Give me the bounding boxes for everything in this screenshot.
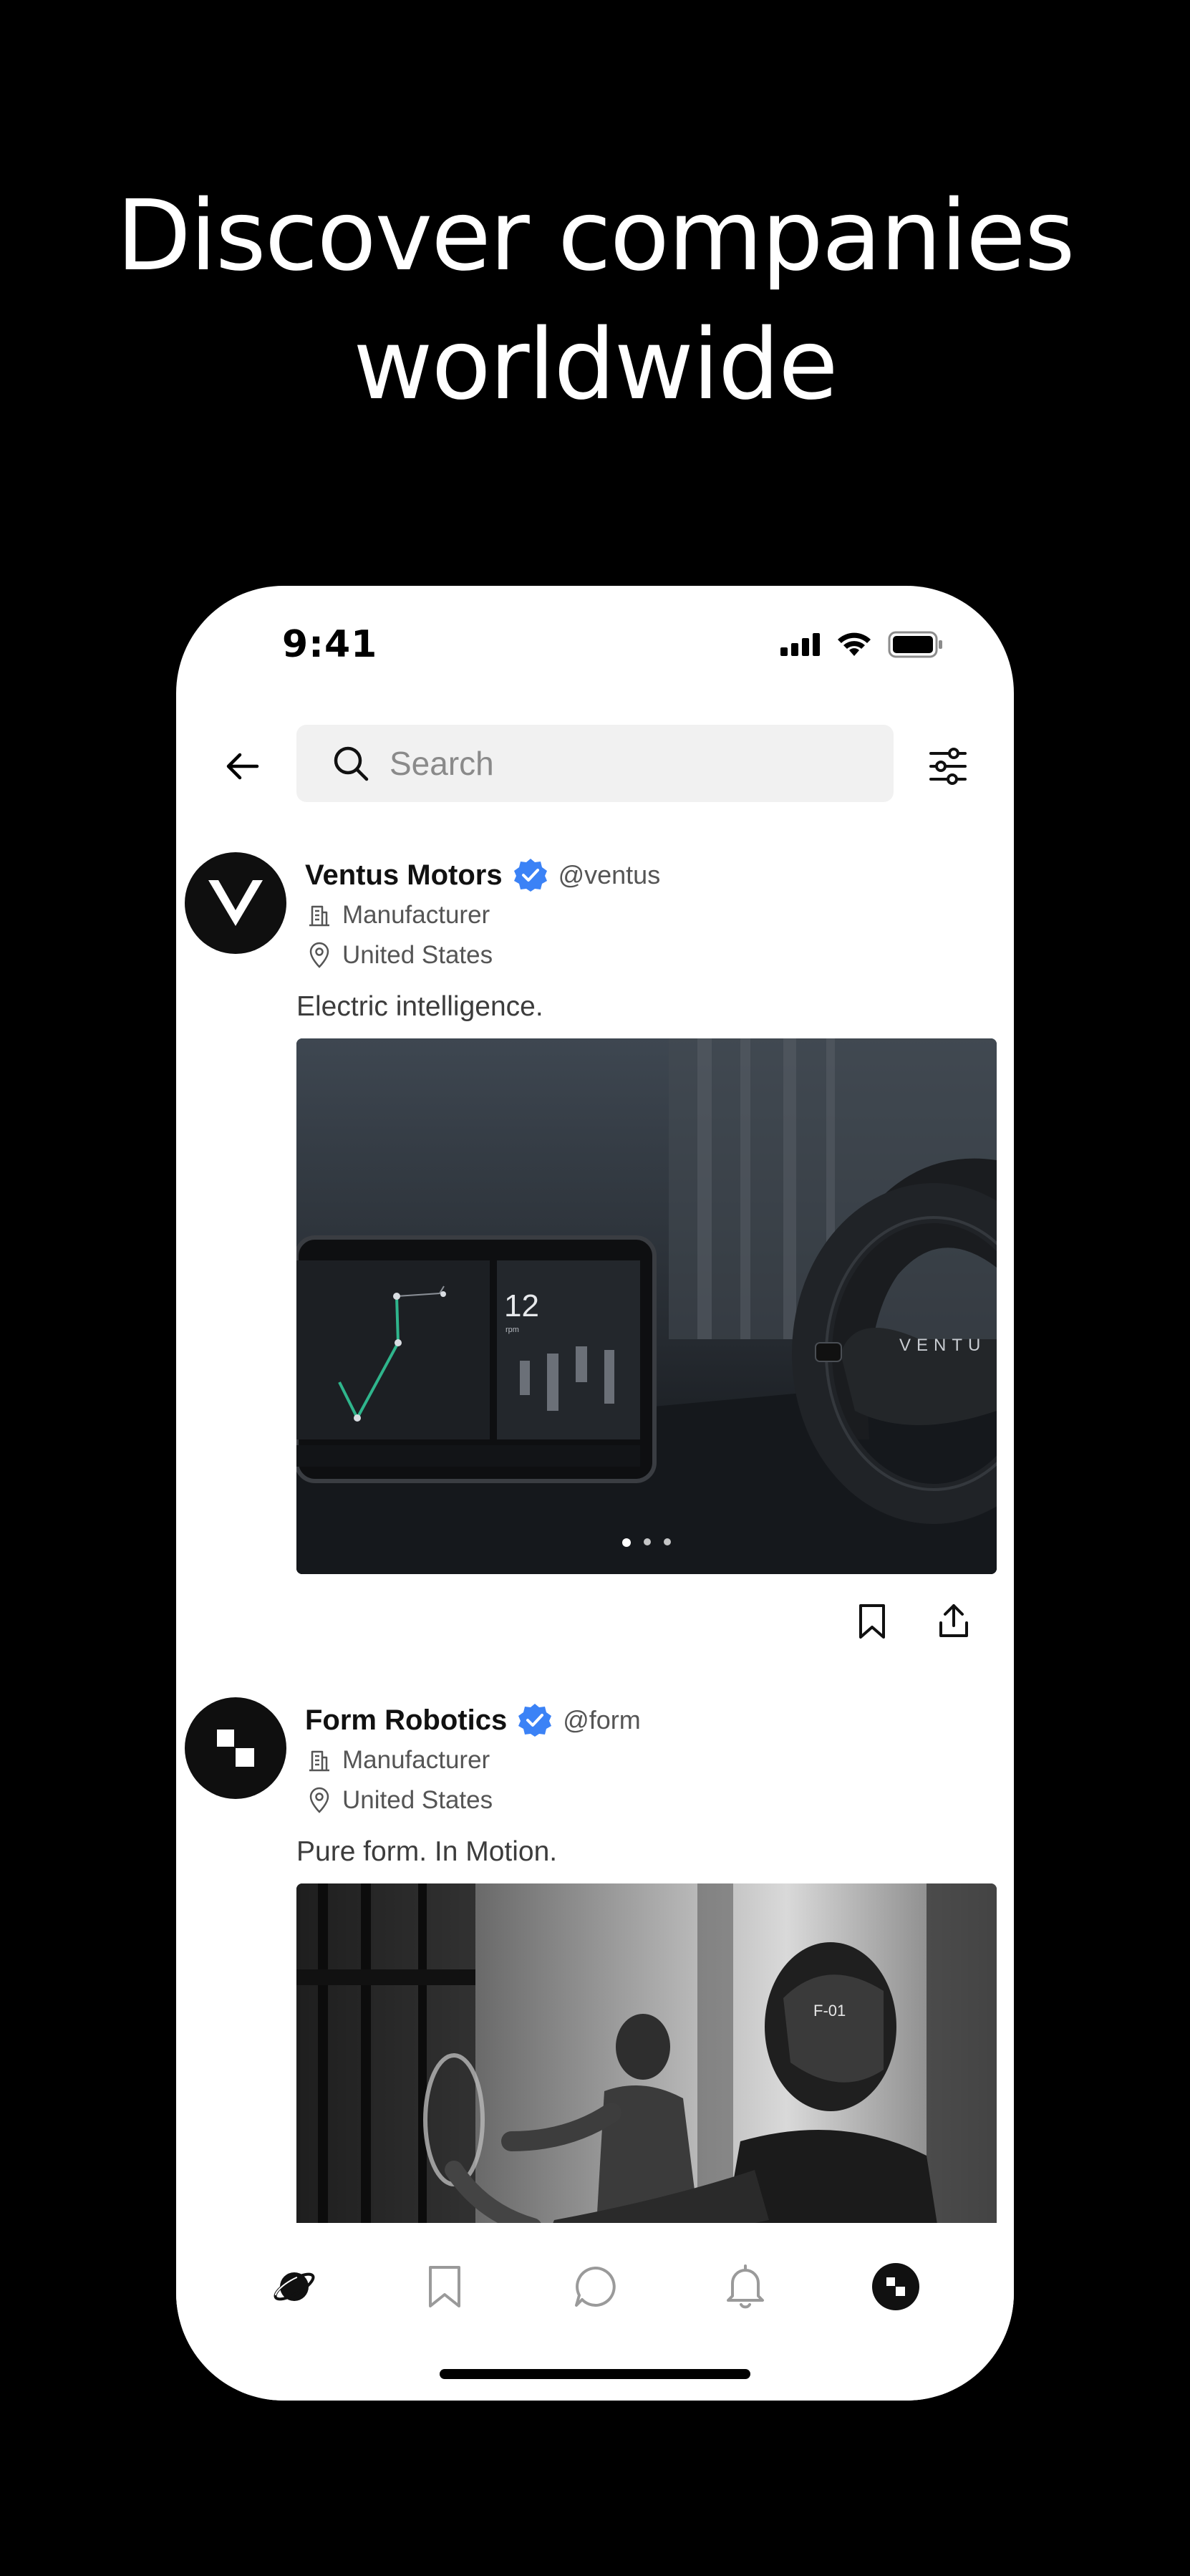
verified-badge-icon [513,859,547,892]
search-bar-row [176,725,1014,804]
profile-avatar-icon [872,2263,919,2310]
battery-icon [888,631,942,658]
nav-profile[interactable] [864,2254,928,2319]
building-icon [309,905,329,927]
status-time: 9:41 [282,623,378,666]
bookmarks-icon [429,2266,460,2307]
company-feed: Ventus Motors @ventus Manufacturer Unite… [176,845,1014,2385]
company-post: Ventus Motors @ventus Manufacturer Unite… [176,845,1014,1690]
dash-unit: rpm [505,1326,519,1334]
messages-icon [575,2266,616,2307]
home-indicator[interactable] [440,2369,750,2379]
company-category: Manufacturer [342,901,490,929]
post-media-carousel[interactable]: 12 rpm VENTU [296,1038,997,1574]
headline-line-2: worldwide [353,309,838,422]
company-location: United States [342,941,493,969]
location-row: United States [305,937,493,974]
location-row: United States [305,1782,493,1819]
hero-headline: Discover companies worldwide [0,172,1190,430]
company-avatar[interactable] [185,1697,286,1799]
nav-notifications[interactable] [713,2254,778,2319]
company-handle[interactable]: @ventus [558,860,661,890]
location-pin-icon [309,942,329,968]
carousel-indicator [296,1538,997,1547]
wheel-brand-text: VENTU [899,1336,986,1355]
search-input[interactable] [388,743,821,783]
carousel-dot[interactable] [644,1538,651,1545]
bookmark-button[interactable] [849,1598,895,1644]
search-field[interactable] [296,725,894,802]
form-logo-icon [217,1730,254,1767]
dash-readout: 12 [504,1288,539,1323]
share-button[interactable] [931,1598,977,1644]
carousel-dot-active[interactable] [622,1538,631,1547]
headline-line-1: Discover companies [116,180,1075,293]
car-interior-image: 12 rpm VENTU [296,1038,997,1574]
bookmark-icon [859,1604,885,1639]
company-location: United States [342,1786,493,1814]
nav-bookmarks[interactable] [412,2254,477,2319]
search-icon [334,746,369,781]
back-button[interactable] [213,738,271,795]
building-icon [309,1750,329,1772]
sliders-icon [929,748,967,785]
category-row: Manufacturer [305,1742,490,1779]
company-tagline: Electric intelligence. [296,991,543,1022]
cellular-signal-icon [780,633,820,656]
verified-badge-icon [518,1704,552,1737]
post-actions [849,1598,977,1644]
wifi-icon [838,632,871,656]
company-tagline: Pure form. In Motion. [296,1836,558,1867]
status-bar: 9:41 [176,586,1014,700]
carousel-dot[interactable] [664,1538,671,1545]
company-avatar[interactable] [185,852,286,954]
location-pin-icon [309,1787,329,1813]
phone-frame: 9:41 Search Ventus Motors @ventus Manufa… [176,586,1014,2401]
nav-messages[interactable] [563,2254,627,2319]
explore-icon [274,2272,315,2301]
share-icon [939,1604,968,1637]
company-category: Manufacturer [342,1746,490,1774]
company-name[interactable]: Ventus Motors [305,859,503,892]
filter-button[interactable] [919,738,977,795]
nav-explore[interactable] [262,2254,326,2319]
notifications-icon [727,2264,764,2309]
ventus-logo-icon [208,880,263,926]
arrow-left-icon [226,753,259,780]
robot-label-text: F-01 [813,2002,846,2020]
company-handle[interactable]: @form [563,1705,641,1735]
category-row: Manufacturer [305,897,490,934]
company-name[interactable]: Form Robotics [305,1704,507,1737]
